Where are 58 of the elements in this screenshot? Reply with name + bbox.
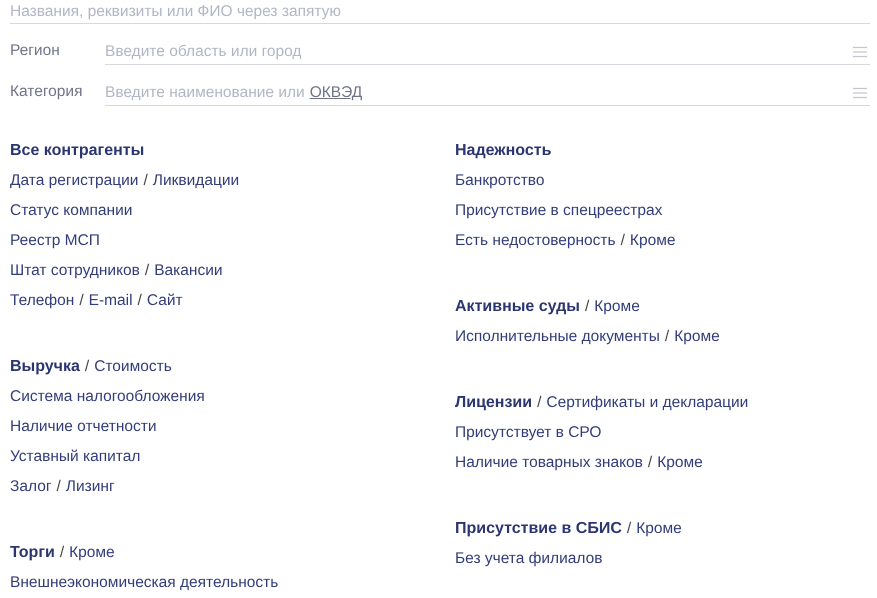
placeholder-text: Введите наименование или [105,84,305,102]
separator: / [79,292,84,310]
filter-link[interactable]: Есть недостоверность [455,232,616,250]
section-title-link[interactable]: Торги [10,544,55,562]
filter-link[interactable]: Кроме [594,298,640,316]
separator: / [537,394,542,412]
filter-link[interactable]: Присутствие в спецреестрах [455,202,662,220]
filter-link[interactable]: Банкротство [455,172,544,190]
filter-link[interactable]: Статус компании [10,202,132,220]
separator: / [620,232,625,250]
filter-link[interactable]: Кроме [69,544,115,562]
filter-label: Категория [10,83,84,102]
separator: / [584,298,590,316]
filter-link[interactable]: Дата регистрации [10,172,138,190]
separator: / [84,358,90,376]
section-title-link[interactable]: Присутствие в СБИС [455,520,622,538]
filter-link[interactable]: Кроме [657,454,703,472]
filter-link[interactable]: Уставный капитал [10,448,140,466]
list-icon[interactable] [852,87,868,99]
filter-link[interactable]: Присутствует в СРО [455,424,602,442]
list-icon[interactable] [852,46,868,58]
filter-link[interactable]: Стоимость [94,358,172,376]
filter-link[interactable]: Исполнительные документы [455,328,660,346]
separator: / [143,172,148,190]
filter-link[interactable]: Наличие отчетности [10,418,157,436]
region-field[interactable]: Введите область или город [105,43,852,61]
filter-link[interactable]: Реестр МСП [10,232,100,250]
search-field[interactable]: Названия, реквизиты или ФИО через запятую [10,0,870,24]
separator: / [56,478,61,496]
section-title-link[interactable]: Все контрагенты [10,142,144,160]
section-title-link[interactable]: Выручка [10,358,80,376]
filter-link[interactable]: Залог [10,478,52,496]
filter-link[interactable]: Сертификаты и декларации [546,394,748,412]
separator: / [626,520,632,538]
filter-link[interactable]: Штат сотрудников [10,262,140,280]
separator: / [144,262,150,280]
filter-link[interactable]: Ликвидации [152,172,240,190]
separator: / [648,454,652,472]
filter-link[interactable]: Сайт [146,292,183,310]
filter-link[interactable]: Лизинг [66,478,115,496]
filter-link[interactable]: Внешнеэкономическая деятельность [10,574,278,592]
separator: / [60,544,64,562]
section-title-link[interactable]: Надежность [455,142,552,160]
separator: / [664,328,670,346]
filter-link[interactable]: Без учета филиалов [455,550,602,568]
filter-link[interactable]: Вакансии [154,262,223,280]
separator: / [138,292,142,310]
filter-link[interactable]: Кроме [674,328,720,346]
filter-link[interactable]: Телефон [10,292,74,310]
filter-link[interactable]: Кроме [636,520,682,538]
filter-link[interactable]: Система налогообложения [10,388,205,406]
okved-link[interactable]: ОКВЭД [310,84,362,102]
section-title-link[interactable]: Активные суды [455,298,580,316]
filter-link[interactable]: Наличие товарных знаков [455,454,643,472]
section-title-link[interactable]: Лицензии [455,394,532,412]
filter-label: Регион [10,42,61,61]
filter-link[interactable]: Кроме [630,232,676,250]
filter-link[interactable]: E-mail [88,292,133,310]
